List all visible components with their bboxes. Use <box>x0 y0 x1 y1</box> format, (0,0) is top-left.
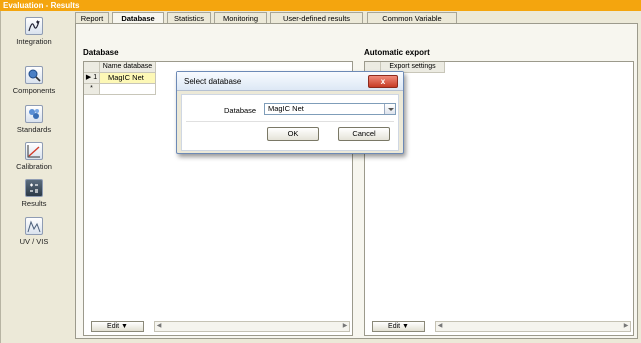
database-edit-button[interactable]: Edit ▼ <box>91 321 144 332</box>
sidebar-item-integration[interactable]: Integration <box>1 17 67 46</box>
scroll-left-icon[interactable]: ◀ <box>155 322 163 331</box>
sidebar-item-label: Integration <box>16 37 52 46</box>
new-row-marker[interactable]: * <box>84 84 100 95</box>
database-horizontal-scrollbar[interactable]: ◀ ▶ <box>154 321 350 332</box>
integration-icon <box>25 17 43 35</box>
components-icon <box>25 66 43 84</box>
sidebar: Integration Components Standards Calibra… <box>1 11 73 343</box>
automatic-export-panel: Export settings Edit ▼ ◀ ▶ <box>364 61 634 336</box>
database-section-title: Database <box>83 48 119 57</box>
sidebar-item-label: Components <box>12 86 56 95</box>
automatic-export-title: Automatic export <box>364 48 430 57</box>
chevron-down-icon[interactable] <box>384 104 395 114</box>
export-horizontal-scrollbar[interactable]: ◀ ▶ <box>435 321 631 332</box>
table-cell-database-name[interactable]: MagIC Net <box>100 73 156 84</box>
dialog-close-button[interactable]: x <box>368 75 398 88</box>
cancel-button[interactable]: Cancel <box>338 127 390 141</box>
main-window: Integration Components Standards Calibra… <box>0 11 641 343</box>
database-select[interactable]: MagIC Net <box>264 103 396 115</box>
sidebar-item-label: Standards <box>16 125 52 134</box>
scroll-right-icon[interactable]: ▶ <box>341 322 349 331</box>
dialog-body: Database MagIC Net OK Cancel <box>181 94 399 151</box>
ok-button[interactable]: OK <box>267 127 319 141</box>
select-database-dialog: Select database x Database MagIC Net OK … <box>176 71 404 154</box>
standards-icon <box>25 105 43 123</box>
export-edit-button[interactable]: Edit ▼ <box>372 321 425 332</box>
grid-corner <box>84 62 100 73</box>
row-marker[interactable]: ▶ 1 <box>84 73 100 84</box>
uv-vis-icon <box>25 217 43 235</box>
sidebar-item-components[interactable]: Components <box>1 66 67 95</box>
dialog-divider <box>186 121 394 122</box>
scroll-left-icon[interactable]: ◀ <box>436 322 444 331</box>
sidebar-item-standards[interactable]: Standards <box>1 105 67 134</box>
sidebar-item-results[interactable]: Results <box>1 179 67 208</box>
database-field-label: Database <box>224 106 257 115</box>
database-select-value: MagIC Net <box>268 104 304 113</box>
results-icon <box>25 179 43 197</box>
sidebar-item-calibration[interactable]: Calibration <box>1 142 67 171</box>
calibration-icon <box>25 142 43 160</box>
sidebar-item-label: UV / VIS <box>19 237 49 246</box>
column-header-name-database[interactable]: Name database <box>100 62 156 73</box>
scroll-right-icon[interactable]: ▶ <box>622 322 630 331</box>
sidebar-item-label: Results <box>21 199 47 208</box>
sidebar-item-uv-vis[interactable]: UV / VIS <box>1 217 67 246</box>
sidebar-item-label: Calibration <box>16 162 52 171</box>
window-title: Evaluation - Results <box>0 0 641 11</box>
table-cell-new-row[interactable] <box>100 84 156 95</box>
